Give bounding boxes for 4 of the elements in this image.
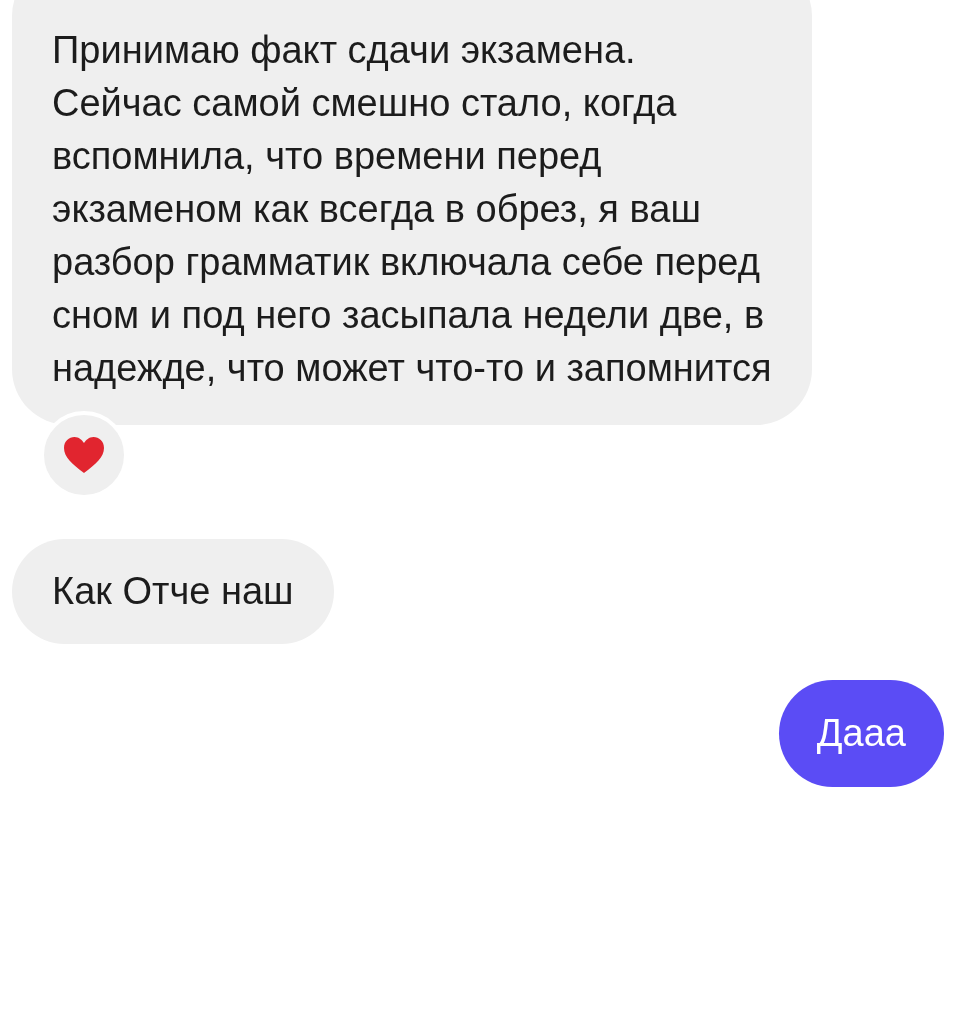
heart-icon — [62, 435, 106, 475]
message-bubble: Дааа — [778, 680, 944, 787]
message-bubble: Принимаю факт сдачи экзамена. Сейчас самой смешно стало, когда вспомнила, что времени перед экзаменом как всегда в обрез, я ваш разбор грамматик включала себе перед сном и под него засыпала недели две, в надежде, что может что-то и запомнится — [12, 0, 812, 425]
message-bubble: Как Отче наш — [12, 539, 334, 644]
